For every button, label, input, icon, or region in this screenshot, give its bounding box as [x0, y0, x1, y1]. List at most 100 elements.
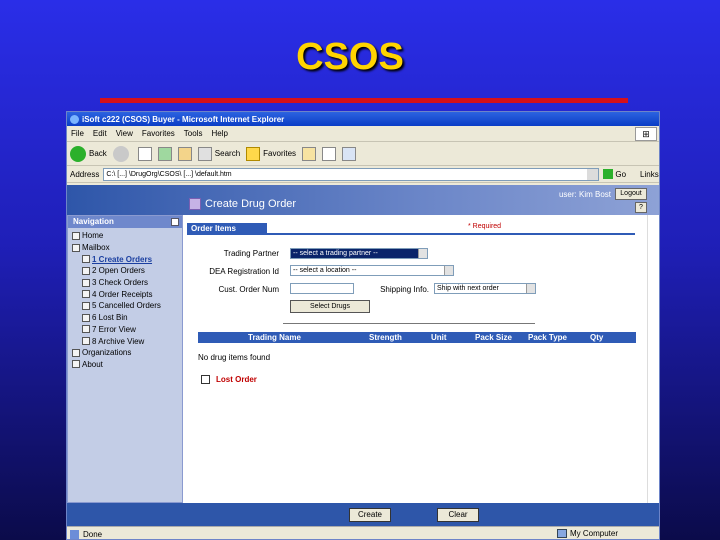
- trading-partner-select[interactable]: -- select a trading partner --: [290, 248, 428, 259]
- folder-icon: [82, 278, 90, 287]
- ie-logo-icon: [70, 114, 79, 124]
- nav-label: Mailbox: [82, 243, 110, 253]
- nav-item-cancelled-orders[interactable]: 5 Cancelled Orders: [72, 300, 178, 312]
- right-margin: [647, 215, 659, 503]
- section-divider: [187, 233, 635, 235]
- nav-item-about[interactable]: About: [72, 359, 178, 371]
- collapse-icon[interactable]: [171, 218, 179, 226]
- forward-arrow-icon: [112, 145, 129, 162]
- nav-item-open-orders[interactable]: 2 Open Orders: [72, 265, 178, 277]
- nav-label: 7 Error View: [92, 324, 136, 334]
- cube-icon: [189, 198, 201, 210]
- navigation-panel: Navigation Home Mailbox 1 Create Orders …: [67, 215, 183, 503]
- go-arrow-icon: [603, 169, 614, 179]
- shipping-info-select[interactable]: Ship with next order: [434, 283, 536, 294]
- shipping-info-value: Ship with next order: [437, 285, 499, 292]
- home-icon: [72, 231, 80, 240]
- nav-label: Organizations: [82, 348, 132, 358]
- app-banner: Create Drug Order user: Kim Bost Logout …: [67, 185, 659, 215]
- go-label: Go: [615, 169, 627, 179]
- nav-item-create-orders[interactable]: 1 Create Orders: [72, 253, 178, 265]
- mail-icon[interactable]: [322, 146, 337, 161]
- nav-label: About: [82, 359, 103, 369]
- info-icon: [72, 360, 80, 369]
- refresh-icon[interactable]: [157, 146, 172, 161]
- trading-partner-value: -- select a trading partner --: [293, 250, 378, 257]
- drug-items-header: Trading Name Strength Unit Pack Size Pac…: [198, 332, 636, 343]
- nav-label: 4 Order Receipts: [92, 289, 153, 299]
- nav-item-archive-view[interactable]: 8 Archive View: [72, 335, 178, 347]
- home-icon[interactable]: [177, 146, 192, 161]
- chevron-down-icon: [418, 249, 427, 258]
- search-icon: [197, 146, 212, 161]
- search-label: Search: [214, 149, 241, 158]
- col-trading-name: Trading Name: [248, 333, 301, 342]
- nav-item-order-receipts[interactable]: 4 Order Receipts: [72, 288, 178, 300]
- dea-registration-select[interactable]: -- select a location --: [290, 265, 454, 276]
- menu-edit[interactable]: Edit: [93, 129, 107, 138]
- title-underline: [100, 98, 628, 103]
- folder-icon: [82, 313, 90, 322]
- window-title: iSoft c222 (CSOS) Buyer - Microsoft Inte…: [82, 114, 285, 124]
- folder-icon: [82, 290, 90, 299]
- dea-registration-value: -- select a location --: [293, 267, 357, 274]
- col-pack-type: Pack Type: [528, 333, 567, 342]
- nav-item-mailbox[interactable]: Mailbox: [72, 242, 178, 254]
- cust-order-label: Cust. Order Num: [218, 285, 279, 294]
- nav-item-organizations[interactable]: Organizations: [72, 347, 178, 359]
- folder-icon: [82, 301, 90, 310]
- clear-button[interactable]: Clear: [437, 508, 479, 522]
- mailbox-icon: [72, 243, 80, 252]
- nav-item-home[interactable]: Home: [72, 230, 178, 242]
- page-content: Create Drug Order user: Kim Bost Logout …: [67, 185, 659, 526]
- menu-view[interactable]: View: [116, 129, 133, 138]
- browser-toolbar: Back Search Favorites: [67, 142, 659, 166]
- chevron-down-icon[interactable]: [587, 168, 599, 180]
- help-button[interactable]: ?: [635, 202, 647, 213]
- order-form: Order Items * Required Trading Partner -…: [183, 215, 659, 503]
- col-strength: Strength: [369, 333, 402, 342]
- favorites-label: Favorites: [263, 149, 297, 158]
- slide-title: CSOS: [296, 36, 404, 78]
- nav-list: Home Mailbox 1 Create Orders 2 Open Orde…: [68, 228, 182, 372]
- forward-button[interactable]: [112, 145, 132, 162]
- menu-tools[interactable]: Tools: [184, 129, 203, 138]
- nav-label: Home: [82, 231, 104, 241]
- address-input[interactable]: C:\ [...] \DrugOrg\CSOS\ [...] \default.…: [103, 167, 600, 181]
- user-info: user: Kim Bost: [558, 190, 611, 199]
- go-button[interactable]: Go: [603, 169, 626, 179]
- print-icon[interactable]: [342, 146, 357, 161]
- folder-icon: [82, 337, 90, 346]
- search-button[interactable]: Search: [197, 146, 241, 161]
- status-text: Done: [83, 529, 103, 539]
- back-button[interactable]: Back: [70, 145, 107, 162]
- form-separator: [283, 323, 535, 324]
- address-value: C:\ [...] \DrugOrg\CSOS\ [...] \default.…: [106, 170, 232, 178]
- nav-item-lost-bin[interactable]: 6 Lost Bin: [72, 312, 178, 324]
- nav-label: 3 Check Orders: [92, 278, 149, 288]
- lost-order-label: Lost Order: [216, 375, 257, 384]
- links-button[interactable]: Links: [640, 170, 659, 179]
- logout-button[interactable]: Logout: [615, 188, 647, 200]
- menu-favorites[interactable]: Favorites: [142, 129, 175, 138]
- select-drugs-button[interactable]: Select Drugs: [290, 300, 370, 313]
- nav-label: 2 Open Orders: [92, 266, 145, 276]
- history-icon[interactable]: [302, 146, 317, 161]
- dea-registration-label: DEA Registration Id: [209, 267, 279, 276]
- shipping-info-label: Shipping Info.: [380, 285, 429, 294]
- menu-bar: File Edit View Favorites Tools Help ⊞: [67, 126, 659, 142]
- empty-items-message: No drug items found: [198, 353, 271, 362]
- back-arrow-icon: [70, 145, 86, 162]
- menu-file[interactable]: File: [71, 129, 84, 138]
- back-label: Back: [89, 149, 107, 158]
- create-button[interactable]: Create: [349, 508, 391, 522]
- col-pack-size: Pack Size: [475, 333, 512, 342]
- nav-item-check-orders[interactable]: 3 Check Orders: [72, 277, 178, 289]
- lost-order-checkbox[interactable]: [201, 375, 210, 384]
- chevron-down-icon: [526, 284, 535, 293]
- menu-help[interactable]: Help: [211, 129, 227, 138]
- favorites-button[interactable]: Favorites: [246, 146, 297, 161]
- stop-icon[interactable]: [137, 146, 152, 161]
- nav-item-error-view[interactable]: 7 Error View: [72, 324, 178, 336]
- browser-window: iSoft c222 (CSOS) Buyer - Microsoft Inte…: [66, 111, 660, 540]
